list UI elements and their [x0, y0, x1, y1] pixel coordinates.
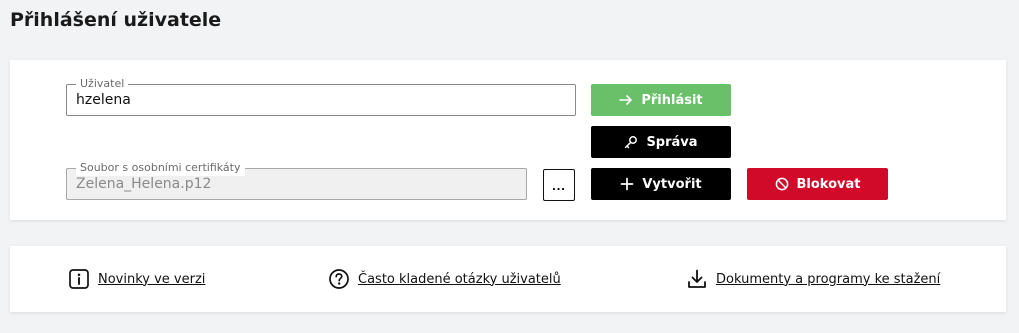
link-faq-label: Často kladené otázky uživatelů	[358, 271, 561, 287]
block-button-label: Blokovat	[796, 176, 861, 192]
certificate-field: Soubor s osobními certifikáty	[66, 160, 527, 200]
block-button[interactable]: Blokovat	[747, 168, 888, 200]
user-field[interactable]: Uživatel	[66, 76, 576, 116]
user-field-label: Uživatel	[76, 76, 129, 92]
browse-certificate-button[interactable]: ...	[543, 169, 575, 201]
create-button[interactable]: Vytvořit	[591, 168, 731, 200]
user-input[interactable]	[67, 85, 575, 115]
manage-button-label: Správa	[646, 134, 698, 150]
link-downloads[interactable]: Dokumenty a programy ke stažení	[686, 268, 940, 290]
create-button-label: Vytvořit	[642, 176, 702, 192]
link-news[interactable]: Novinky ve verzi	[68, 268, 205, 290]
login-card: Uživatel Přihlásit Správa Soubor s osobn…	[10, 60, 1006, 220]
download-icon	[686, 268, 708, 290]
key-icon	[624, 135, 638, 149]
info-icon	[68, 268, 90, 290]
login-button[interactable]: Přihlásit	[591, 84, 731, 116]
arrow-right-icon	[619, 93, 633, 107]
links-card: Novinky ve verzi Často kladené otázky už…	[10, 246, 1006, 312]
link-faq[interactable]: Často kladené otázky uživatelů	[328, 268, 561, 290]
page-title: Přihlášení uživatele	[10, 9, 222, 31]
question-icon	[328, 268, 350, 290]
plus-icon	[620, 177, 634, 191]
link-news-label: Novinky ve verzi	[98, 271, 206, 287]
link-downloads-label: Dokumenty a programy ke stažení	[716, 271, 941, 287]
manage-button[interactable]: Správa	[591, 126, 731, 158]
certificate-field-label: Soubor s osobními certifikáty	[76, 160, 245, 176]
block-icon	[775, 177, 789, 191]
login-button-label: Přihlásit	[641, 92, 703, 108]
